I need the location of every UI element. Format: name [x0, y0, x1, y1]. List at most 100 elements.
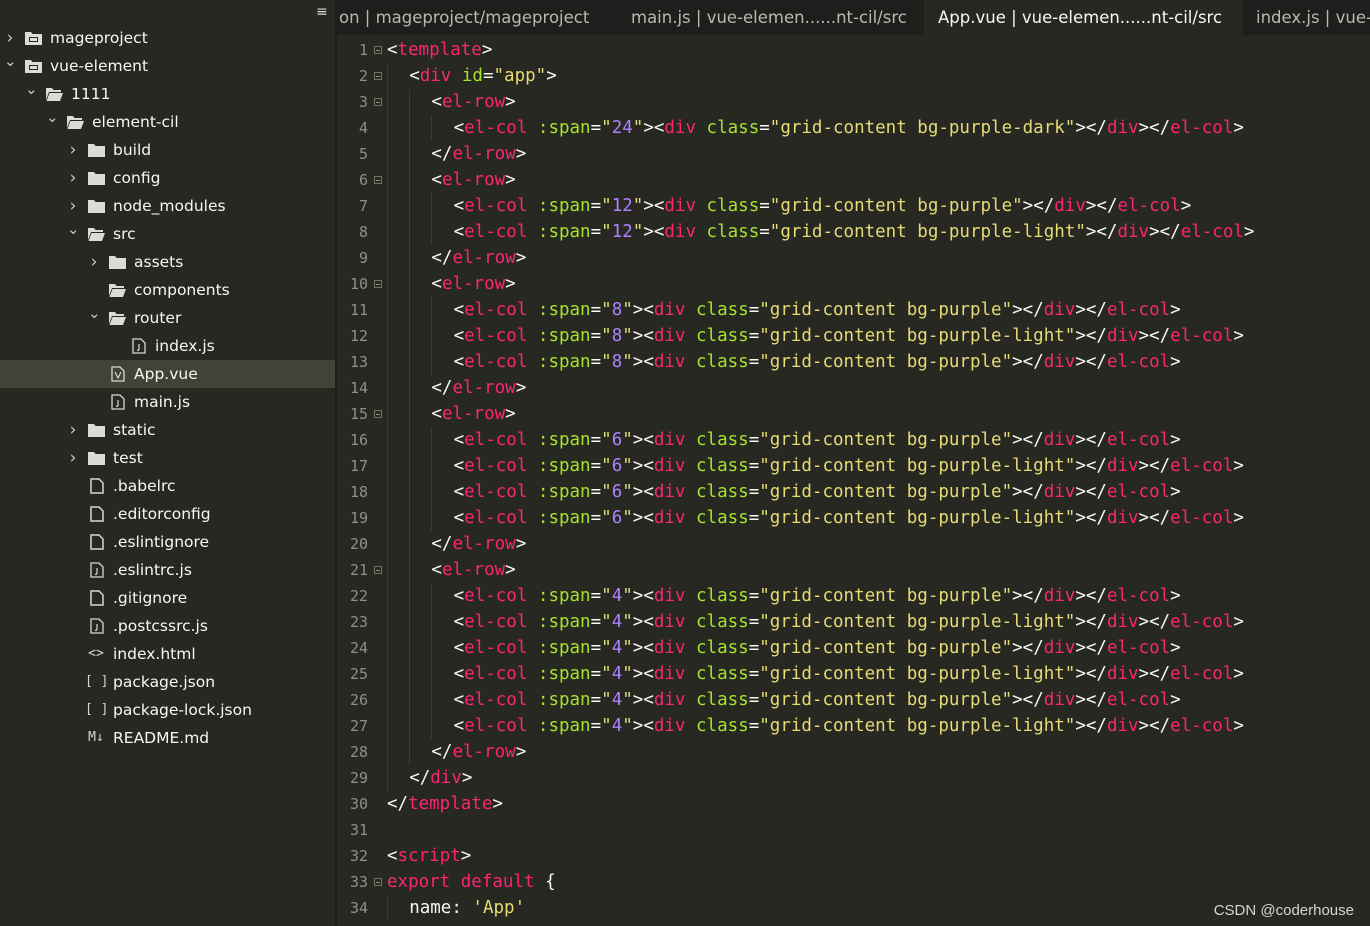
- code-line[interactable]: 4 <el-col :span="24"><div class="grid-con…: [337, 115, 1370, 141]
- code-line[interactable]: 26 <el-col :span="4"><div class="grid-con…: [337, 687, 1370, 713]
- fold-toggle-icon[interactable]: [374, 72, 382, 80]
- token-att: :span: [537, 716, 591, 736]
- fold-toggle-icon[interactable]: [374, 46, 382, 54]
- tab-1[interactable]: on | mageproject/mageproject: [337, 0, 617, 35]
- fold-toggle-icon[interactable]: [374, 878, 382, 886]
- code-line[interactable]: 9 </el-row>: [337, 245, 1370, 271]
- token-pun: <: [431, 274, 442, 294]
- tree-item-label: App.vue: [134, 365, 198, 383]
- tree-folder-src[interactable]: ⌄ src: [0, 220, 335, 248]
- project-folder-icon: [25, 31, 42, 45]
- code-line[interactable]: 32 <script>: [337, 843, 1370, 869]
- code-line[interactable]: 28 </el-row>: [337, 739, 1370, 765]
- code-line[interactable]: 17 <el-col :span="6"><div class="grid-con…: [337, 453, 1370, 479]
- tree-file-index-html[interactable]: <> index.html: [0, 640, 335, 668]
- token-tag: el-col: [1106, 586, 1171, 606]
- chevron-right-icon[interactable]: ›: [88, 248, 100, 276]
- code-line[interactable]: 12 <el-col :span="8"><div class="grid-con…: [337, 323, 1370, 349]
- tree-file-main-js[interactable]: main.js: [0, 388, 335, 416]
- tree-file-package-lock-json[interactable]: [ ] package-lock.json: [0, 696, 335, 724]
- tree-file-package-json[interactable]: [ ] package.json: [0, 668, 335, 696]
- code-line[interactable]: 31: [337, 817, 1370, 843]
- tree-file-editorconfig[interactable]: .editorconfig: [0, 500, 335, 528]
- fold-toggle-icon[interactable]: [374, 176, 382, 184]
- code-text: <el-col :span="8"><div class="grid-conte…: [454, 349, 1181, 375]
- tree-folder-build[interactable]: › build: [0, 136, 335, 164]
- chevron-down-icon[interactable]: ⌄: [88, 299, 101, 327]
- code-line[interactable]: 1 <template>: [337, 37, 1370, 63]
- code-line[interactable]: 24 <el-col :span="4"><div class="grid-con…: [337, 635, 1370, 661]
- chevron-down-icon[interactable]: ⌄: [4, 47, 17, 75]
- chevron-down-icon[interactable]: ⌄: [46, 103, 59, 131]
- token-str: "grid-content bg-purple": [759, 586, 1013, 606]
- token-pun: ><: [632, 300, 654, 320]
- fold-toggle-icon[interactable]: [374, 280, 382, 288]
- code-line[interactable]: 30 </template>: [337, 791, 1370, 817]
- tree-file-gitignore[interactable]: .gitignore: [0, 584, 335, 612]
- tree-folder-static[interactable]: › static: [0, 416, 335, 444]
- token-tag: div: [1043, 586, 1076, 606]
- code-line[interactable]: 3 <el-row>: [337, 89, 1370, 115]
- code-line[interactable]: 29 </div>: [337, 765, 1370, 791]
- tree-folder-vue-element[interactable]: ⌄ vue-element: [0, 52, 335, 80]
- token-tag: el-col: [464, 664, 528, 684]
- tree-folder-assets[interactable]: › assets: [0, 248, 335, 276]
- token-pun: ></: [1012, 352, 1044, 372]
- code-line[interactable]: 25 <el-col :span="4"><div class="grid-con…: [337, 661, 1370, 687]
- tree-folder-router[interactable]: ⌄ router: [0, 304, 335, 332]
- token-tag: div: [1106, 612, 1139, 632]
- tree-folder-mageproject[interactable]: › mageproject: [0, 24, 335, 52]
- code-line[interactable]: 22 <el-col :span="4"><div class="grid-con…: [337, 583, 1370, 609]
- tree-file-readme-md[interactable]: M↓ README.md: [0, 724, 335, 752]
- code-line[interactable]: 33 export default {: [337, 869, 1370, 895]
- chevron-right-icon[interactable]: ›: [67, 164, 79, 192]
- token-pun: [527, 482, 538, 502]
- chevron-down-icon[interactable]: ⌄: [25, 75, 38, 103]
- code-line[interactable]: 14 </el-row>: [337, 375, 1370, 401]
- token-pun: [527, 326, 538, 346]
- tree-file-babelrc[interactable]: .babelrc: [0, 472, 335, 500]
- code-line[interactable]: 6 <el-row>: [337, 167, 1370, 193]
- code-line[interactable]: 23 <el-col :span="4"><div class="grid-con…: [337, 609, 1370, 635]
- code-line[interactable]: 2 <div id="app">: [337, 63, 1370, 89]
- code-line[interactable]: 21 <el-row>: [337, 557, 1370, 583]
- code-line[interactable]: 11 <el-col :span="8"><div class="grid-con…: [337, 297, 1370, 323]
- code-line[interactable]: 5 </el-row>: [337, 141, 1370, 167]
- tree-file-eslintrc-js[interactable]: .eslintrc.js: [0, 556, 335, 584]
- token-pun: <: [453, 196, 465, 216]
- code-line[interactable]: 16 <el-col :span="6"><div class="grid-con…: [337, 427, 1370, 453]
- code-line[interactable]: 20 </el-row>: [337, 531, 1370, 557]
- tree-folder-config[interactable]: › config: [0, 164, 335, 192]
- tree-file-app-vue[interactable]: App.vue: [0, 360, 335, 388]
- chevron-down-icon[interactable]: ⌄: [67, 215, 80, 243]
- code-line[interactable]: 19 <el-col :span="6"><div class="grid-con…: [337, 505, 1370, 531]
- tree-file-index-js[interactable]: index.js: [0, 332, 335, 360]
- tree-folder-node-modules[interactable]: › node_modules: [0, 192, 335, 220]
- tree-file-eslintignore[interactable]: .eslintignore: [0, 528, 335, 556]
- token-tag: template: [408, 794, 493, 814]
- code-line[interactable]: 10 <el-row>: [337, 271, 1370, 297]
- chevron-right-icon[interactable]: ›: [67, 416, 79, 444]
- fold-toggle-icon[interactable]: [374, 98, 382, 106]
- code-line[interactable]: 27 <el-col :span="4"><div class="grid-con…: [337, 713, 1370, 739]
- chevron-right-icon[interactable]: ›: [67, 136, 79, 164]
- tree-file-postcssrc-js[interactable]: .postcssrc.js: [0, 612, 335, 640]
- tree-folder-test[interactable]: › test: [0, 444, 335, 472]
- token-att: class: [706, 222, 760, 242]
- code-line[interactable]: 15 <el-row>: [337, 401, 1370, 427]
- fold-toggle-icon[interactable]: [374, 410, 382, 418]
- code-line[interactable]: 18 <el-col :span="6"><div class="grid-con…: [337, 479, 1370, 505]
- indent-guide: [409, 635, 411, 661]
- code-line[interactable]: 7 <el-col :span="12"><div class="grid-con…: [337, 193, 1370, 219]
- tree-folder-components[interactable]: components: [0, 276, 335, 304]
- fold-toggle-icon[interactable]: [374, 566, 382, 574]
- tab-3[interactable]: App.vue | vue-elemen......nt-cil/src: [924, 0, 1242, 35]
- code-editor[interactable]: 1 <template> 2 <div id="app"> 3 <el-row> 4 <el-…: [337, 35, 1370, 926]
- tree-folder-element-cil[interactable]: ⌄ element-cil: [0, 108, 335, 136]
- chevron-right-icon[interactable]: ›: [67, 444, 79, 472]
- tab-2[interactable]: main.js | vue-elemen......nt-cil/src: [617, 0, 924, 35]
- tab-4[interactable]: index.js | vue-e: [1242, 0, 1370, 35]
- code-line[interactable]: 8 <el-col :span="12"><div class="grid-con…: [337, 219, 1370, 245]
- code-line[interactable]: 13 <el-col :span="8"><div class="grid-con…: [337, 349, 1370, 375]
- sidebar-menu-icon[interactable]: ≡: [316, 5, 330, 19]
